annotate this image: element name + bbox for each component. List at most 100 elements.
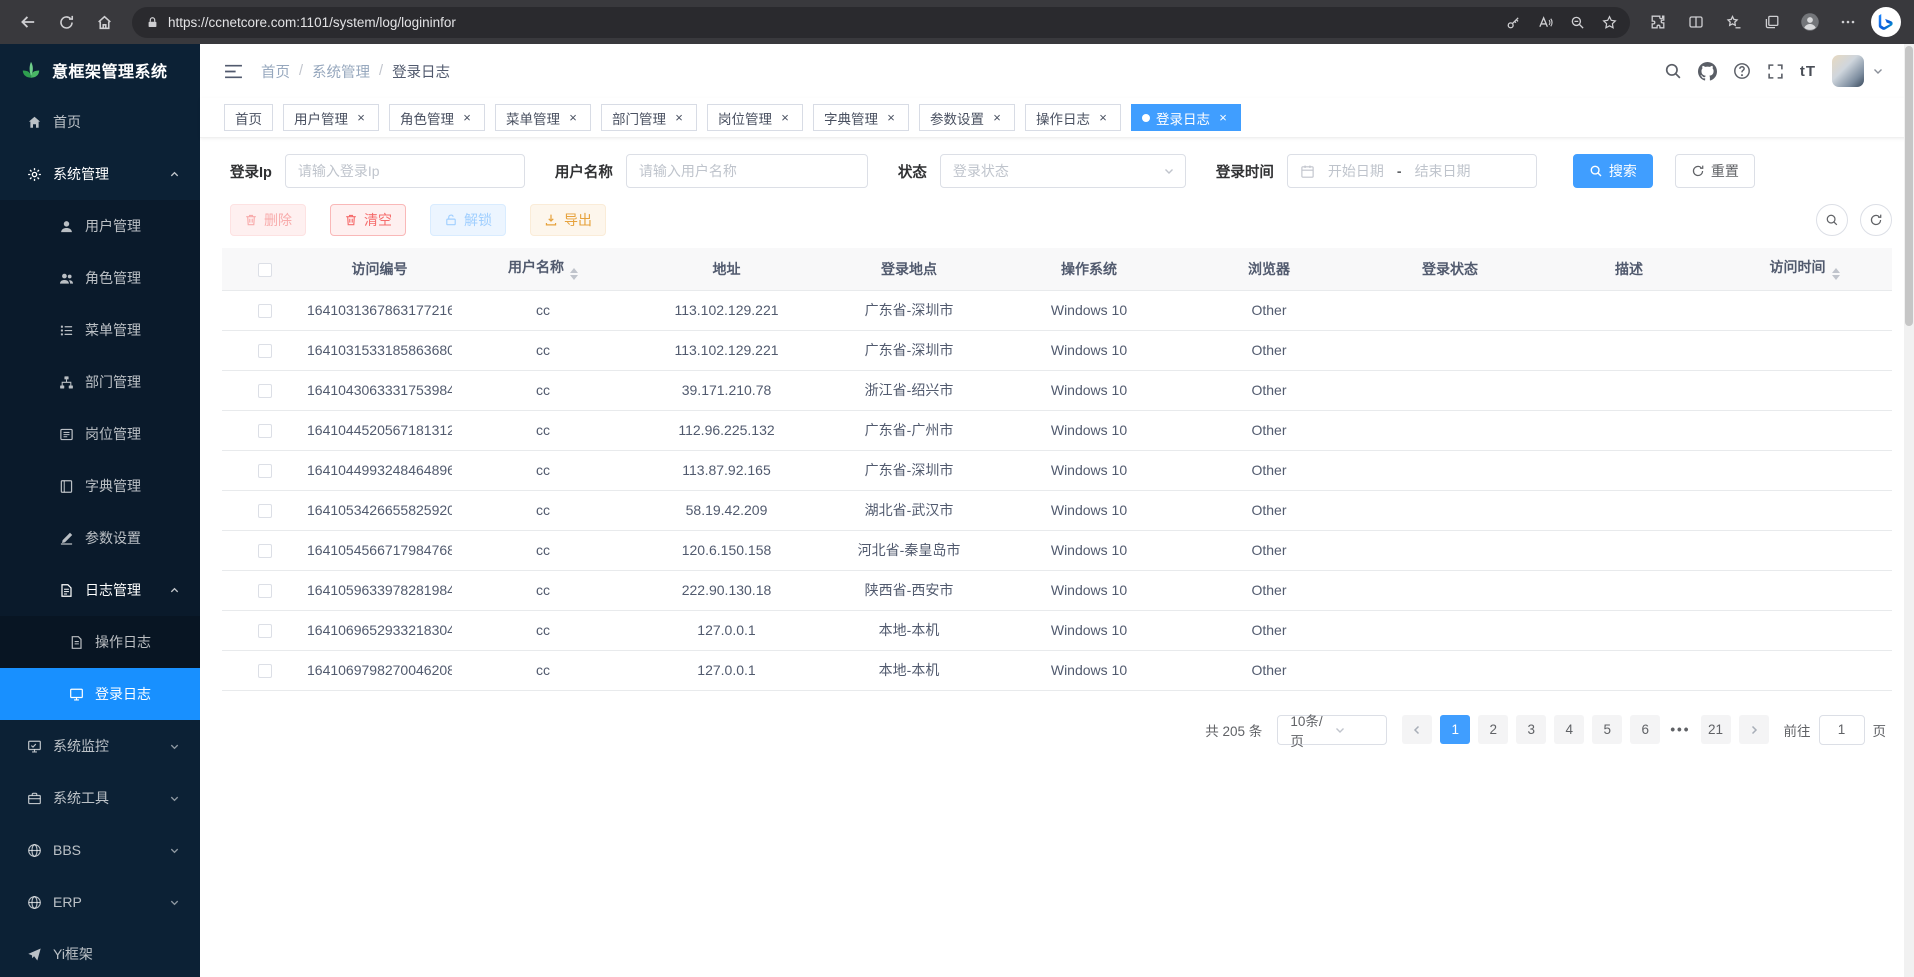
sidebar-item-dict-management[interactable]: 字典管理 xyxy=(0,460,200,512)
tab-dept-management[interactable]: 部门管理× xyxy=(601,104,697,131)
user-avatar[interactable] xyxy=(1832,55,1864,87)
page-button-5[interactable]: 5 xyxy=(1592,715,1622,744)
user-name-input[interactable] xyxy=(626,154,868,188)
prev-page-button[interactable] xyxy=(1402,715,1432,744)
scrollbar-thumb[interactable] xyxy=(1905,46,1913,326)
browser-profile-avatar[interactable] xyxy=(1792,4,1828,40)
close-icon[interactable]: × xyxy=(1096,111,1110,125)
breadcrumb-home[interactable]: 首页 xyxy=(261,61,290,82)
sidebar-item-system-management[interactable]: 系统管理 xyxy=(0,148,200,200)
split-screen-icon[interactable] xyxy=(1678,4,1714,40)
column-header-visit-time[interactable]: 访问时间 xyxy=(1717,248,1892,290)
extensions-puzzle-icon[interactable] xyxy=(1640,4,1676,40)
unlock-button[interactable]: 解锁 xyxy=(430,204,506,236)
sidebar-item-operation-log[interactable]: 操作日志 xyxy=(0,616,200,668)
row-checkbox[interactable] xyxy=(258,584,272,598)
sidebar-item-log-management[interactable]: 日志管理 xyxy=(0,564,200,616)
fullscreen-icon[interactable] xyxy=(1767,63,1784,80)
sidebar-item-role-management[interactable]: 角色管理 xyxy=(0,252,200,304)
goto-page-input[interactable] xyxy=(1819,715,1865,745)
refresh-table-icon[interactable] xyxy=(1860,204,1892,236)
select-all-checkbox[interactable] xyxy=(258,263,272,277)
close-icon[interactable]: × xyxy=(460,111,474,125)
sort-icon[interactable] xyxy=(570,268,578,280)
sidebar-item-post-management[interactable]: 岗位管理 xyxy=(0,408,200,460)
app-logo[interactable]: 意框架管理系统 xyxy=(0,44,200,96)
tab-home[interactable]: 首页 xyxy=(224,104,273,131)
tab-operation-log[interactable]: 操作日志× xyxy=(1025,104,1121,131)
row-checkbox[interactable] xyxy=(258,344,272,358)
toggle-search-icon[interactable] xyxy=(1816,204,1848,236)
sidebar-item-system-tools[interactable]: 系统工具 xyxy=(0,772,200,824)
github-icon[interactable] xyxy=(1698,62,1717,81)
tab-dict-management[interactable]: 字典管理× xyxy=(813,104,909,131)
column-header-user-name[interactable]: 用户名称 xyxy=(452,248,634,290)
sidebar-item-dept-management[interactable]: 部门管理 xyxy=(0,356,200,408)
login-time-range-picker[interactable]: 开始日期 - 结束日期 xyxy=(1287,154,1537,188)
export-button[interactable]: 导出 xyxy=(530,204,606,236)
sidebar-item-bbs[interactable]: BBS xyxy=(0,824,200,876)
row-checkbox[interactable] xyxy=(258,624,272,638)
sort-icon[interactable] xyxy=(1832,268,1840,280)
close-icon[interactable]: × xyxy=(566,111,580,125)
tab-login-log[interactable]: 登录日志× xyxy=(1131,104,1241,131)
sidebar-item-login-log[interactable]: 登录日志 xyxy=(0,668,200,720)
site-security-lock-icon[interactable] xyxy=(146,16,159,29)
tab-param-settings[interactable]: 参数设置× xyxy=(919,104,1015,131)
browser-home-button[interactable] xyxy=(86,4,122,40)
browser-back-button[interactable] xyxy=(10,4,46,40)
favorites-hub-icon[interactable] xyxy=(1716,4,1752,40)
pagination-ellipsis[interactable]: ••• xyxy=(1668,722,1692,737)
avatar-dropdown-caret-icon[interactable] xyxy=(1872,65,1884,77)
sidebar-item-erp[interactable]: ERP xyxy=(0,876,200,928)
close-icon[interactable]: × xyxy=(778,111,792,125)
page-button-1[interactable]: 1 xyxy=(1440,715,1470,744)
sidebar-item-home[interactable]: 首页 xyxy=(0,96,200,148)
collapse-sidebar-icon[interactable] xyxy=(224,63,243,80)
breadcrumb-system[interactable]: 系统管理 xyxy=(312,61,370,82)
row-checkbox[interactable] xyxy=(258,504,272,518)
close-icon[interactable]: × xyxy=(990,111,1004,125)
row-checkbox[interactable] xyxy=(258,664,272,678)
sidebar-item-param-settings[interactable]: 参数设置 xyxy=(0,512,200,564)
address-bar[interactable]: https://ccnetcore.com:1101/system/log/lo… xyxy=(132,7,1630,38)
saved-password-key-icon[interactable] xyxy=(1498,7,1528,37)
page-size-select[interactable]: 10条/页 xyxy=(1277,715,1387,745)
font-size-icon[interactable]: tT xyxy=(1800,63,1816,80)
header-search-icon[interactable] xyxy=(1664,62,1682,80)
sidebar-item-user-management[interactable]: 用户管理 xyxy=(0,200,200,252)
bing-copilot-icon[interactable] xyxy=(1868,4,1904,40)
close-icon[interactable]: × xyxy=(354,111,368,125)
sidebar-item-menu-management[interactable]: 菜单管理 xyxy=(0,304,200,356)
delete-button[interactable]: 删除 xyxy=(230,204,306,236)
row-checkbox[interactable] xyxy=(258,384,272,398)
help-question-icon[interactable] xyxy=(1733,62,1751,80)
sidebar-item-yi-framework[interactable]: Yi框架 xyxy=(0,928,200,977)
close-icon[interactable]: × xyxy=(1216,111,1230,125)
collections-icon[interactable] xyxy=(1754,4,1790,40)
status-select[interactable]: 登录状态 xyxy=(940,154,1186,188)
page-button-2[interactable]: 2 xyxy=(1478,715,1508,744)
row-checkbox[interactable] xyxy=(258,464,272,478)
browser-settings-more-icon[interactable] xyxy=(1830,4,1866,40)
next-page-button[interactable] xyxy=(1739,715,1769,744)
close-icon[interactable]: × xyxy=(672,111,686,125)
zoom-out-icon[interactable] xyxy=(1562,7,1592,37)
close-icon[interactable]: × xyxy=(884,111,898,125)
tab-menu-management[interactable]: 菜单管理× xyxy=(495,104,591,131)
row-checkbox[interactable] xyxy=(258,304,272,318)
clear-button[interactable]: 清空 xyxy=(330,204,406,236)
tab-post-management[interactable]: 岗位管理× xyxy=(707,104,803,131)
row-checkbox[interactable] xyxy=(258,544,272,558)
search-button[interactable]: 搜索 xyxy=(1573,154,1653,188)
browser-refresh-button[interactable] xyxy=(48,4,84,40)
read-aloud-icon[interactable] xyxy=(1530,7,1560,37)
row-checkbox[interactable] xyxy=(258,424,272,438)
login-ip-input[interactable] xyxy=(285,154,525,188)
add-favorite-star-icon[interactable] xyxy=(1594,7,1624,37)
tab-user-management[interactable]: 用户管理× xyxy=(283,104,379,131)
sidebar-item-system-monitor[interactable]: 系统监控 xyxy=(0,720,200,772)
page-button-6[interactable]: 6 xyxy=(1630,715,1660,744)
page-button-21[interactable]: 21 xyxy=(1701,715,1731,744)
page-button-3[interactable]: 3 xyxy=(1516,715,1546,744)
